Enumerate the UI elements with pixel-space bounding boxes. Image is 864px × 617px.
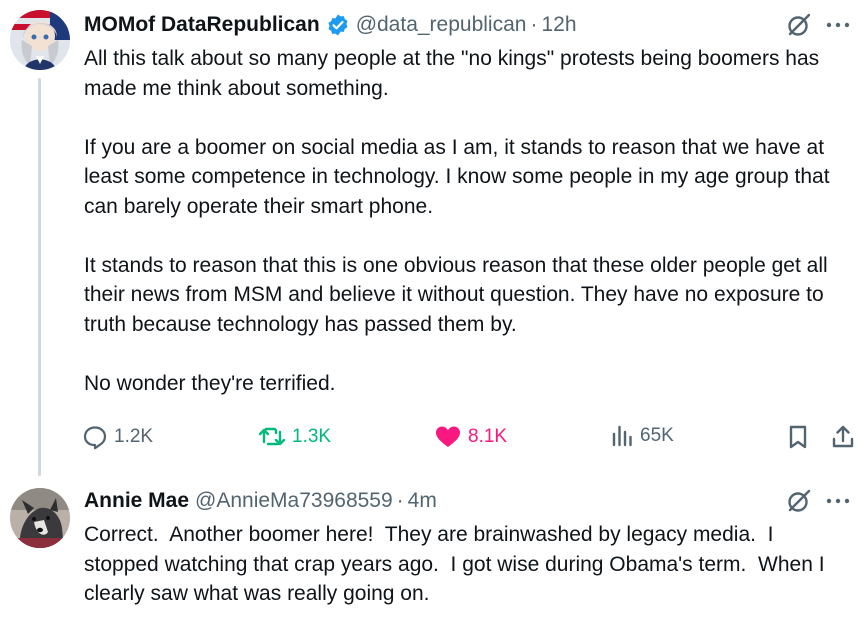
reply-count: 1.2K [114,426,154,447]
reply-tweet[interactable]: Annie Mae @AnnieMa73968559 · 4m Correct.… [0,478,864,617]
share-icon [832,425,854,448]
thread-connector-line [38,78,41,476]
retweet-count: 1.3K [292,426,332,447]
heart-icon [436,426,460,447]
avatar-image [10,10,70,70]
tweet-paragraph-3: It stands to reason that this is one obv… [84,253,828,336]
bookmark-icon [789,425,807,449]
tweet-header: Annie Mae @AnnieMa73968559 · 4m [84,486,850,516]
separator-dot: · [396,489,404,512]
tweet-action-bar: 1.2K 1.3K 8.1K 65K [82,424,856,454]
reply-button[interactable]: 1.2K [82,424,153,450]
like-button[interactable]: 8.1K [434,424,507,450]
tweet-paragraph-2: If you are a boomer on social media as I… [84,135,830,218]
views-icon [612,425,632,447]
bookmark-button[interactable] [786,424,810,450]
timestamp[interactable]: 4m [408,489,437,513]
main-tweet[interactable]: MOMof DataRepublican @data_republican · … [0,0,864,476]
avatar-momof-datarepublican[interactable] [10,10,70,70]
grok-icon[interactable] [786,12,812,38]
tweet-paragraph-1: All this talk about so many people at th… [84,47,820,100]
reply-icon [83,426,107,450]
timestamp[interactable]: 12h [541,13,576,37]
user-handle[interactable]: @data_republican [356,13,527,37]
retweet-icon [258,427,286,446]
separator-dot: · [530,13,538,36]
avatar-annie-mae[interactable] [10,488,70,548]
verified-badge-icon [326,13,350,37]
reply-paragraph: Correct. Another boomer here! They are b… [84,523,831,605]
views-count: 65K [640,425,674,446]
avatar-image [10,488,70,548]
tweet-text: All this talk about so many people at th… [84,44,852,398]
grok-icon[interactable] [786,488,812,514]
reply-text: Correct. Another boomer here! They are b… [84,520,852,609]
user-handle[interactable]: @AnnieMa73968559 [195,489,393,513]
retweet-button[interactable]: 1.3K [258,424,331,450]
tweet-paragraph-4: No wonder they're terrified. [84,371,336,395]
display-name[interactable]: Annie Mae [84,489,189,513]
share-button[interactable] [830,424,856,450]
more-icon[interactable] [826,21,850,29]
like-count: 8.1K [468,426,508,447]
more-icon[interactable] [826,497,850,505]
tweet-header: MOMof DataRepublican @data_republican · … [84,10,850,40]
views-button[interactable]: 65K [610,424,674,448]
display-name[interactable]: MOMof DataRepublican [84,13,320,37]
